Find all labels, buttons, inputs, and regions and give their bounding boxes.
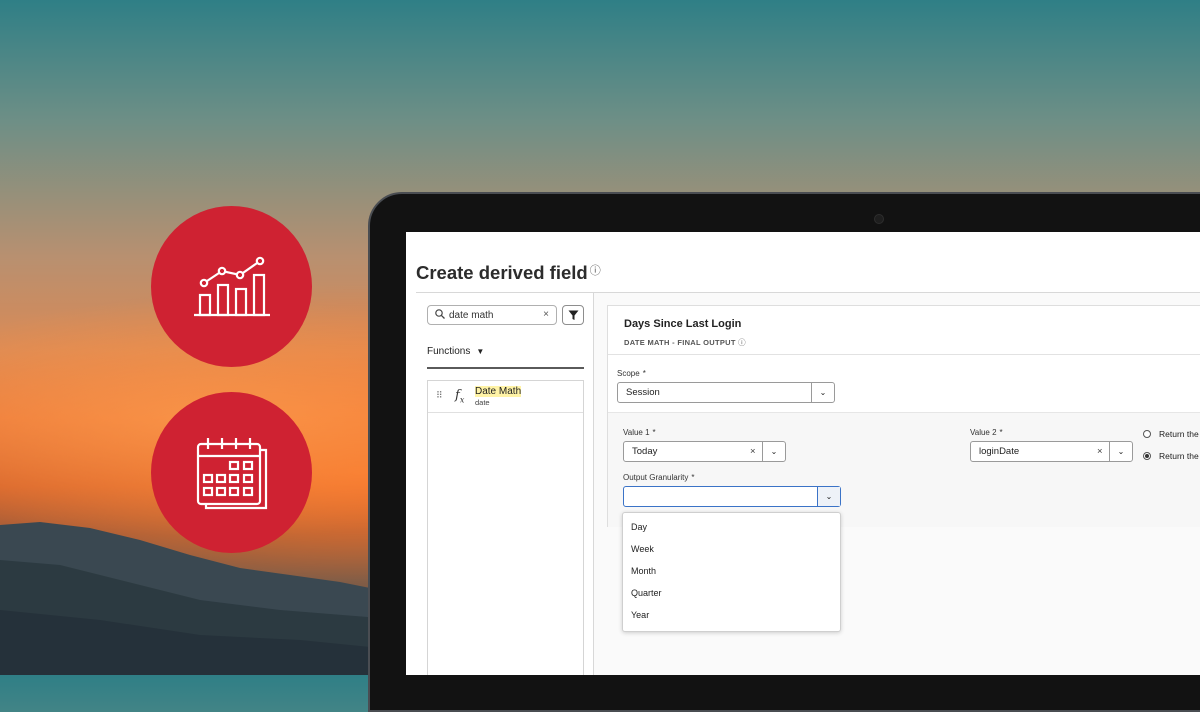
scope-label: Scope * — [617, 369, 646, 378]
granularity-label: Output Granularity * — [623, 473, 695, 482]
radio-button[interactable] — [1143, 452, 1151, 460]
clear-search-icon[interactable]: × — [543, 309, 549, 320]
chevron-down-icon[interactable]: ⌄ — [1109, 442, 1132, 461]
laptop-camera — [874, 214, 884, 224]
menu-item-week[interactable]: Week — [631, 544, 654, 554]
granularity-dropdown-menu: Day Week Month Quarter Year — [622, 512, 841, 632]
functions-panel: date math × Functions ▼ ⠿ fx Date Math da… — [416, 293, 596, 675]
tab-functions-label: Functions — [427, 346, 471, 357]
radio-option-1[interactable]: Return the — [1143, 429, 1199, 439]
filter-button[interactable] — [562, 305, 584, 325]
search-icon — [435, 308, 445, 322]
filter-icon — [568, 310, 578, 320]
page-title: Create derived field ⓘ — [416, 262, 601, 283]
calendar-badge — [151, 392, 312, 553]
tab-underline — [427, 367, 584, 369]
value2-combobox[interactable]: loginDate × ⌄ — [970, 441, 1133, 462]
analytics-chart-badge — [151, 206, 312, 367]
search-input[interactable]: date math × — [427, 305, 557, 325]
list-item-date-math[interactable]: ⠿ fx Date Math date — [428, 381, 583, 413]
analytics-chart-icon — [193, 256, 270, 316]
scope-value: Session — [626, 387, 660, 398]
value2-value: loginDate — [979, 446, 1020, 457]
menu-item-year[interactable]: Year — [631, 610, 649, 620]
inputs-group: Value 1 * Today × ⌄ Value 2 * loginDate × … — [608, 412, 1200, 527]
chevron-down-icon[interactable]: ⌄ — [762, 442, 785, 461]
radio-option-2[interactable]: Return the — [1143, 451, 1199, 461]
radio-button[interactable] — [1143, 430, 1151, 438]
search-value: date math — [449, 309, 494, 321]
card-title: Days Since Last Login — [624, 318, 742, 330]
clear-value2-icon[interactable]: × — [1097, 446, 1103, 457]
function-category: date — [475, 398, 490, 407]
calendar-icon — [196, 437, 267, 509]
help-icon[interactable]: ⓘ — [738, 338, 746, 347]
function-name: Date Math — [475, 386, 522, 397]
chevron-down-icon[interactable]: ⌄ — [811, 383, 834, 402]
drag-handle-icon[interactable]: ⠿ — [436, 390, 443, 401]
card-divider — [608, 354, 1200, 355]
scope-select[interactable]: Session ⌄ — [617, 382, 835, 403]
menu-item-month[interactable]: Month — [631, 566, 656, 576]
function-list: ⠿ fx Date Math date — [427, 380, 584, 675]
chevron-down-icon: ▼ — [476, 347, 485, 356]
card-subtitle: DATE MATH - FINAL OUTPUT ⓘ — [624, 338, 746, 347]
value1-label: Value 1 * — [623, 428, 656, 437]
value1-value: Today — [632, 446, 658, 457]
tab-functions[interactable]: Functions ▼ — [427, 346, 484, 357]
granularity-select[interactable]: ⌄ — [623, 486, 841, 507]
help-icon[interactable]: ⓘ — [590, 265, 601, 277]
clear-value1-icon[interactable]: × — [750, 446, 756, 457]
app-screen: Create derived field ⓘ date math × Functi… — [406, 232, 1200, 675]
function-card: Days Since Last Login DATE MATH - FINAL … — [607, 305, 1200, 527]
menu-item-day[interactable]: Day — [631, 522, 647, 532]
chevron-down-icon[interactable]: ⌄ — [817, 487, 840, 506]
value2-label: Value 2 * — [970, 428, 1003, 437]
menu-item-quarter[interactable]: Quarter — [631, 588, 662, 598]
value1-combobox[interactable]: Today × ⌄ — [623, 441, 786, 462]
fx-icon: fx — [455, 388, 465, 405]
